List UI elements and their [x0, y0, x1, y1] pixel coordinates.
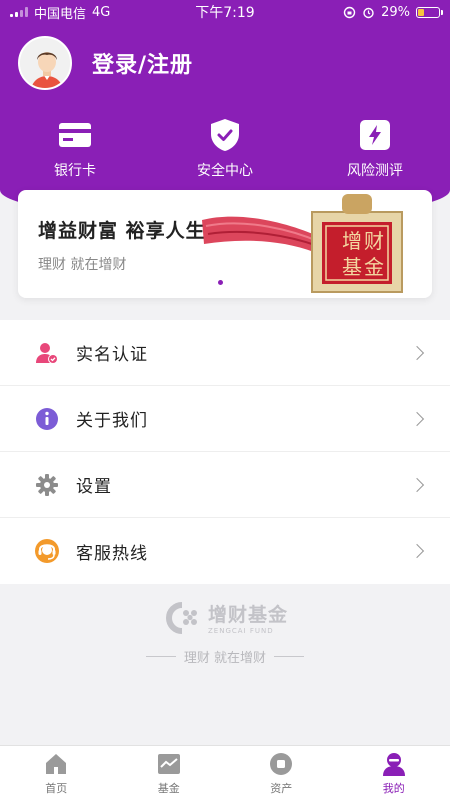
divider-line: [274, 656, 305, 657]
menu-item-real-name-auth[interactable]: 实名认证: [0, 320, 450, 386]
tab-asset[interactable]: 资产: [225, 746, 338, 800]
tab-asset-label: 资产: [270, 781, 293, 795]
rotation-lock-icon: [343, 6, 356, 18]
alarm-icon: [363, 7, 374, 18]
lightning-icon: [358, 118, 392, 152]
shortcut-security-center[interactable]: 安全中心: [150, 118, 300, 180]
tab-home[interactable]: 首页: [0, 746, 113, 800]
banner-subtitle: 理财 就在增财: [38, 257, 127, 273]
menu-item-customer-hotline[interactable]: 客服热线: [0, 518, 450, 584]
chevron-right-icon: [409, 477, 425, 492]
promo-banner[interactable]: 增益财富 裕享人生 理财 就在增财 增 财 基 金: [18, 190, 432, 298]
headset-icon: [34, 538, 60, 564]
brand-english: ZENGCAI FUND: [207, 627, 274, 635]
settings-menu: 实名认证 关于我们 设置 客服热线: [0, 320, 450, 584]
login-register-label: 登录/注册: [92, 53, 194, 78]
brand-name: 增财基金: [207, 604, 288, 626]
menu-item-customer-hotline-label: 客服热线: [76, 543, 148, 564]
shortcut-risk-assessment-label: 风险测评: [347, 163, 403, 179]
gear-icon: [34, 472, 60, 498]
seal-char-4: 金: [364, 255, 384, 279]
shortcut-row: 银行卡 安全中心 风险测评: [0, 118, 450, 180]
carrier-label: 中国电信: [34, 6, 87, 22]
chevron-right-icon: [409, 345, 425, 360]
shortcut-security-center-label: 安全中心: [197, 163, 253, 179]
status-left: 中国电信 4G: [10, 3, 110, 22]
profile-icon: [381, 751, 407, 777]
tab-mine-label: 我的: [382, 781, 405, 795]
brand-text: 增财基金 ZENGCAI FUND: [208, 600, 288, 635]
brand-logo: 增财基金 ZENGCAI FUND: [0, 600, 450, 635]
user-verify-icon: [34, 340, 60, 366]
home-icon: [43, 751, 69, 777]
shield-check-icon: [208, 118, 242, 152]
signal-icon: [10, 7, 28, 17]
asset-icon: [268, 751, 294, 777]
menu-item-real-name-auth-label: 实名认证: [76, 345, 148, 365]
status-right: 29%: [343, 4, 443, 20]
brand-slogan-text: 理财 就在增财: [183, 651, 267, 666]
tab-fund-label: 基金: [157, 781, 180, 795]
chevron-right-icon: [409, 411, 425, 426]
user-avatar-icon: [18, 36, 72, 90]
seal-char-3: 基: [342, 255, 362, 279]
battery-icon: [416, 6, 443, 18]
header-background: [0, 0, 450, 220]
tab-home-label: 首页: [45, 781, 68, 795]
network-label: 4G: [92, 4, 111, 20]
fund-chart-icon: [156, 751, 182, 777]
menu-item-about-us[interactable]: 关于我们: [0, 386, 450, 452]
seal-stamp-image: 增 财 基 金: [202, 194, 403, 293]
chevron-right-icon: [409, 543, 425, 559]
bottom-tab-bar: 首页 基金 资产 我的: [0, 745, 450, 800]
shortcut-risk-assessment[interactable]: 风险测评: [300, 118, 450, 180]
shortcut-bank-card-label: 银行卡: [54, 163, 96, 179]
seal-char-2: 财: [364, 229, 384, 253]
bank-card-icon: [58, 118, 92, 152]
brand-slogan: 理财 就在增财: [0, 647, 450, 666]
brand-footer: 增财基金 ZENGCAI FUND 理财 就在增财: [0, 600, 450, 666]
tab-mine[interactable]: 我的: [338, 746, 450, 800]
banner-title: 增益财富 裕享人生: [38, 220, 206, 242]
tab-fund[interactable]: 基金: [113, 746, 226, 800]
status-bar: 中国电信 4G 下午7:19 29%: [0, 0, 450, 24]
menu-item-settings-label: 设置: [76, 477, 112, 497]
info-icon: [34, 406, 60, 432]
seal-char-1: 增: [342, 229, 362, 253]
battery-percent: 29%: [381, 4, 410, 20]
divider-line: [145, 656, 176, 657]
menu-item-settings[interactable]: 设置: [0, 452, 450, 518]
brand-logo-icon: [166, 601, 197, 634]
login-register-entry[interactable]: 登录/注册: [18, 36, 193, 90]
shortcut-bank-card[interactable]: 银行卡: [0, 118, 150, 180]
menu-item-about-us-label: 关于我们: [76, 411, 148, 431]
